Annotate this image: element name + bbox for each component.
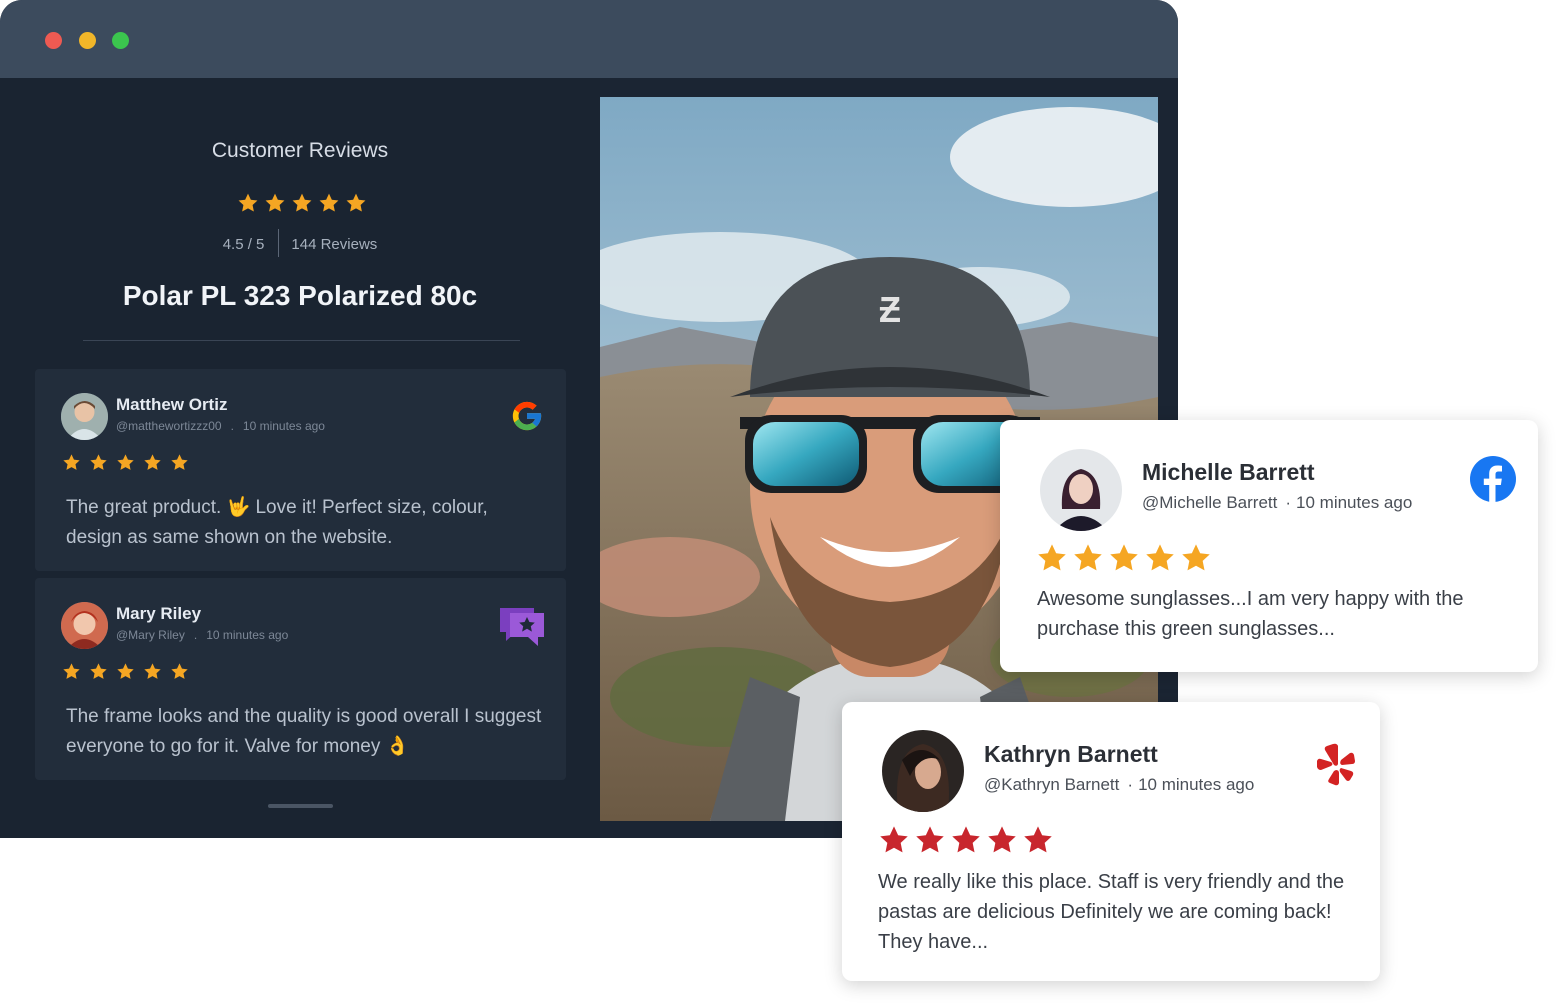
minimize-window-button[interactable] (79, 32, 96, 49)
review-stars (878, 824, 1054, 856)
star-icon (170, 453, 189, 472)
star-icon (1108, 542, 1140, 574)
reviewer-name: Michelle Barrett (1142, 459, 1315, 485)
svg-text:Ƶ: Ƶ (879, 289, 901, 330)
review-time: 10 minutes ago (242, 419, 325, 433)
review-meta: @Mary Riley. 10 minutes ago (116, 628, 289, 642)
reviewer-handle: @Michelle Barrett (1142, 493, 1278, 512)
rating-summary: 4.5 / 5 144 Reviews (0, 229, 600, 259)
avatar (1040, 449, 1122, 531)
review-text: The great product. 🤟 Love it! Perfect si… (66, 497, 488, 548)
star-icon (345, 192, 367, 214)
scroll-indicator[interactable] (268, 804, 333, 808)
facebook-icon (1470, 456, 1516, 507)
reviewer-handle: @matthewortizzz00 (116, 419, 222, 433)
avatar (882, 730, 964, 812)
star-icon (318, 192, 340, 214)
reviewer-name: Kathryn Barnett (984, 741, 1158, 767)
reviewer-name: Matthew Ortiz (116, 395, 228, 414)
star-icon (950, 824, 982, 856)
google-icon (510, 399, 544, 438)
rating-divider (278, 229, 280, 257)
star-icon (291, 192, 313, 214)
reviewer-name: Mary Riley (116, 604, 202, 623)
star-icon (143, 453, 162, 472)
star-icon (1036, 542, 1068, 574)
star-icon (89, 662, 108, 681)
yelp-icon (1316, 742, 1356, 791)
review-platform-icon (496, 604, 548, 653)
reviewer-handle: @Mary Riley (116, 628, 185, 642)
star-icon (237, 192, 259, 214)
star-icon (1144, 542, 1176, 574)
review-text: The frame looks and the quality is good … (66, 706, 542, 757)
review-text: Awesome sunglasses...I am very happy wit… (1037, 588, 1464, 640)
star-icon (89, 453, 108, 472)
review-count: 144 Reviews (291, 235, 378, 253)
review-time: 10 minutes ago (206, 628, 289, 642)
review-text: We really like this place. Staff is very… (878, 871, 1345, 953)
star-icon (116, 662, 135, 681)
section-divider (83, 340, 520, 341)
review-popup-card[interactable]: Michelle Barrett @Michelle Barrett · 10 mi… (1000, 420, 1538, 672)
star-icon (1180, 542, 1212, 574)
review-time: 10 minutes ago (1296, 493, 1413, 512)
star-icon (1022, 824, 1054, 856)
review-card[interactable]: Mary Riley @Mary Riley. 10 minutes ago Th… (35, 578, 566, 780)
maximize-window-button[interactable] (112, 32, 129, 49)
star-icon (264, 192, 286, 214)
average-rating: 4.5 / 5 (222, 235, 265, 253)
review-meta: @Kathryn Barnett · 10 minutes ago (984, 775, 1255, 794)
widget-title: Customer Reviews (211, 139, 389, 162)
review-stars (1036, 542, 1212, 574)
product-name: Polar PL 323 Polarized 80c (122, 280, 478, 311)
window-titlebar (0, 0, 1178, 78)
star-icon (1072, 542, 1104, 574)
star-icon (914, 824, 946, 856)
review-card[interactable]: Matthew Ortiz @matthewortizzz00. 10 minut… (35, 369, 566, 571)
review-time: 10 minutes ago (1138, 775, 1255, 794)
star-icon (62, 662, 81, 681)
star-icon (878, 824, 910, 856)
review-stars (62, 662, 189, 681)
review-meta: @matthewortizzz00. 10 minutes ago (116, 419, 325, 433)
reviewer-handle: @Kathryn Barnett (984, 775, 1120, 794)
review-popup-card[interactable]: Kathryn Barnett @Kathryn Barnett · 10 minu… (842, 702, 1380, 981)
avatar (61, 602, 108, 649)
summary-stars (237, 192, 367, 218)
star-icon (170, 662, 189, 681)
star-icon (143, 662, 162, 681)
star-icon (62, 453, 81, 472)
close-window-button[interactable] (45, 32, 62, 49)
star-icon (116, 453, 135, 472)
review-meta: @Michelle Barrett · 10 minutes ago (1142, 493, 1413, 512)
star-icon (986, 824, 1018, 856)
avatar (61, 393, 108, 440)
review-stars (62, 453, 189, 472)
